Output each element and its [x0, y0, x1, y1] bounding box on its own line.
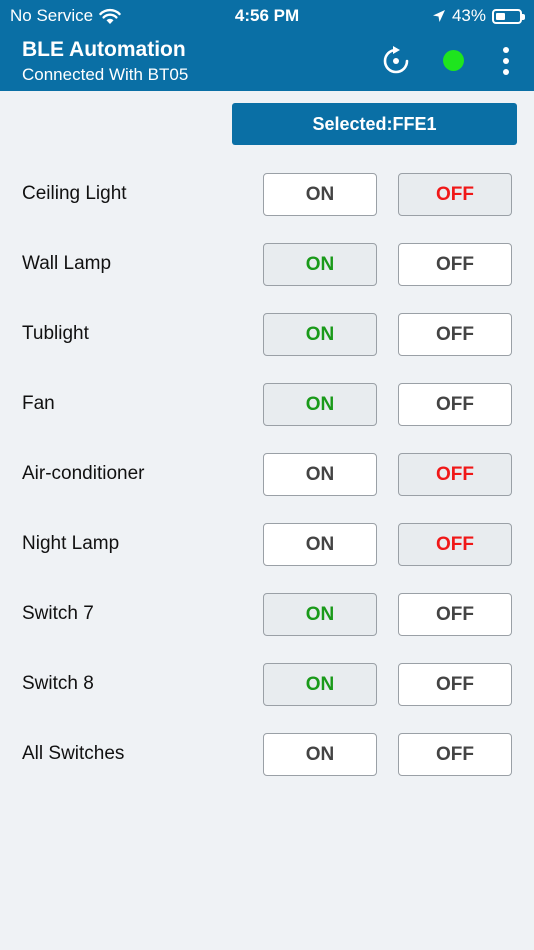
switch-label: Switch 7 — [22, 603, 94, 624]
connection-status-dot — [443, 50, 464, 71]
connection-subtitle: Connected With BT05 — [22, 65, 189, 84]
off-button[interactable]: OFF — [398, 453, 512, 496]
switch-row: All Switches ON OFF — [0, 733, 534, 803]
top-bar: No Service 4:56 PM 43% BLE Automation Co… — [0, 0, 534, 91]
switch-label: Fan — [22, 393, 55, 414]
switch-label: Night Lamp — [22, 533, 120, 554]
on-button[interactable]: ON — [263, 523, 377, 566]
switch-row: Switch 7 ON OFF — [0, 593, 534, 663]
refresh-icon[interactable] — [381, 46, 411, 76]
switch-row: Fan ON OFF — [0, 383, 534, 453]
menu-dot — [503, 58, 509, 64]
on-button[interactable]: ON — [263, 663, 377, 706]
status-bar: No Service 4:56 PM 43% — [0, 0, 534, 30]
off-button[interactable]: OFF — [398, 383, 512, 426]
off-button[interactable]: OFF — [398, 523, 512, 566]
on-button[interactable]: ON — [263, 453, 377, 496]
battery-icon — [492, 8, 525, 24]
switch-label: All Switches — [22, 743, 125, 764]
switch-label: Ceiling Light — [22, 183, 127, 204]
app-title: BLE Automation — [22, 38, 186, 61]
battery-fill — [496, 12, 505, 20]
switch-label: Air-conditioner — [22, 463, 145, 484]
off-button[interactable]: OFF — [398, 173, 512, 216]
status-right: 43% — [432, 6, 525, 26]
on-button[interactable]: ON — [263, 733, 377, 776]
location-arrow-icon — [432, 10, 445, 22]
switch-row: Wall Lamp ON OFF — [0, 243, 534, 313]
on-button[interactable]: ON — [263, 383, 377, 426]
off-button[interactable]: OFF — [398, 313, 512, 356]
switch-label: Tublight — [22, 323, 89, 344]
on-button[interactable]: ON — [263, 173, 377, 216]
off-button[interactable]: OFF — [398, 663, 512, 706]
menu-dot — [503, 69, 509, 75]
menu-dot — [503, 47, 509, 53]
more-vert-icon[interactable] — [497, 47, 515, 75]
switch-list: Ceiling Light ON OFF Wall Lamp ON OFF Tublight… — [0, 173, 534, 803]
switch-label: Wall Lamp — [22, 253, 112, 274]
switch-row: Ceiling Light ON OFF — [0, 173, 534, 243]
selected-characteristic-button[interactable]: Selected:FFE1 — [232, 103, 517, 145]
on-button[interactable]: ON — [263, 593, 377, 636]
off-button[interactable]: OFF — [398, 733, 512, 776]
switch-row: Air-conditioner ON OFF — [0, 453, 534, 523]
switch-label: Switch 8 — [22, 673, 94, 694]
switch-row: Night Lamp ON OFF — [0, 523, 534, 593]
on-button[interactable]: ON — [263, 313, 377, 356]
switch-row: Switch 8 ON OFF — [0, 663, 534, 733]
on-button[interactable]: ON — [263, 243, 377, 286]
off-button[interactable]: OFF — [398, 593, 512, 636]
off-button[interactable]: OFF — [398, 243, 512, 286]
battery-percent: 43% — [451, 6, 486, 25]
switch-row: Tublight ON OFF — [0, 313, 534, 383]
